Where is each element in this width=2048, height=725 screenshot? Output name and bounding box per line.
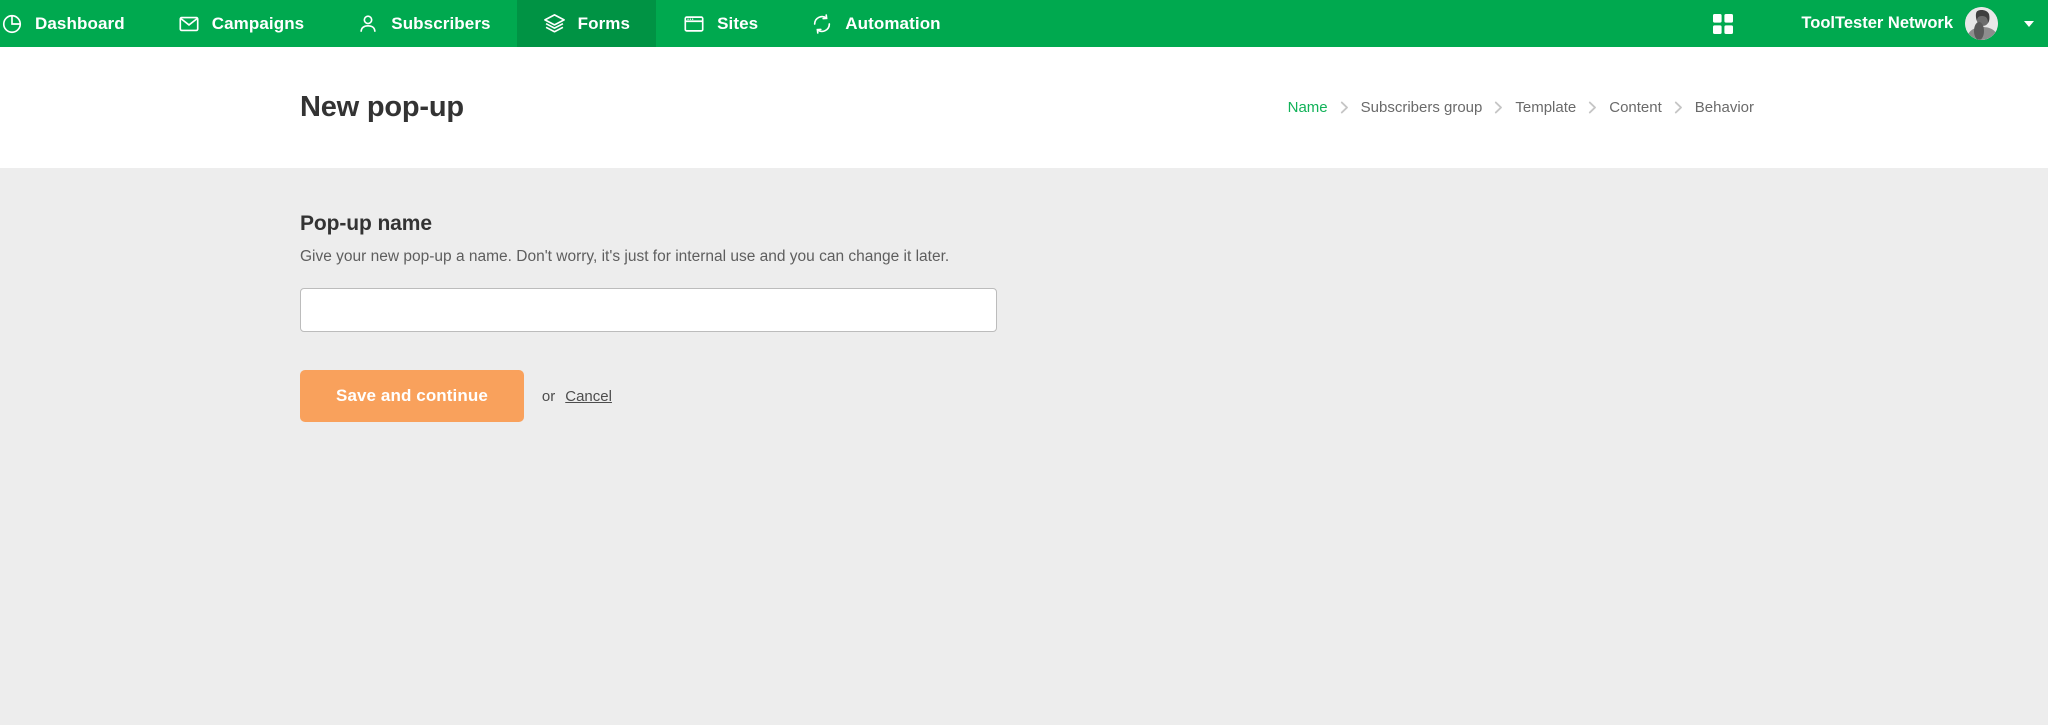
nav-item-campaigns[interactable]: Campaigns bbox=[151, 0, 331, 47]
or-label: or bbox=[541, 387, 556, 405]
page-title: New pop-up bbox=[300, 91, 464, 123]
section-description: Give your new pop-up a name. Don't worry… bbox=[300, 248, 950, 265]
person-icon bbox=[356, 12, 380, 36]
popup-name-input[interactable] bbox=[300, 288, 997, 332]
avatar[interactable] bbox=[1965, 7, 1998, 40]
chevron-down-icon[interactable] bbox=[2024, 20, 2034, 27]
account-menu[interactable]: ToolTester Network bbox=[1745, 7, 2034, 40]
cancel-link[interactable]: Cancel bbox=[565, 388, 612, 405]
nav-item-label: Subscribers bbox=[391, 13, 491, 33]
grid-apps-icon[interactable] bbox=[1701, 0, 1745, 47]
account-name-label: ToolTester Network bbox=[1801, 14, 1953, 32]
nav-item-label: Forms bbox=[577, 13, 631, 33]
nav-right-cluster: ToolTester Network bbox=[1701, 0, 2048, 47]
breadcrumb: Name Subscribers group Template Content … bbox=[1286, 99, 1756, 116]
browser-window-icon bbox=[682, 12, 706, 36]
main-content: Pop-up name Give your new pop-up a name.… bbox=[0, 168, 2048, 725]
nav-item-label: Sites bbox=[717, 13, 759, 33]
chevron-right-icon bbox=[1494, 101, 1503, 114]
breadcrumb-step-name[interactable]: Name bbox=[1286, 99, 1330, 116]
chevron-right-icon bbox=[1588, 101, 1597, 114]
popup-name-form: Pop-up name Give your new pop-up a name.… bbox=[300, 212, 2048, 422]
nav-item-label: Campaigns bbox=[211, 13, 305, 33]
pie-chart-icon bbox=[0, 12, 24, 36]
primary-nav-items: Dashboard Campaigns Subscribers Forms Si… bbox=[0, 0, 967, 47]
layers-icon bbox=[543, 12, 567, 36]
breadcrumb-step-template[interactable]: Template bbox=[1513, 99, 1578, 116]
chevron-right-icon bbox=[1340, 101, 1349, 114]
nav-item-label: Automation bbox=[845, 13, 941, 33]
nav-item-automation[interactable]: Automation bbox=[784, 0, 966, 47]
envelope-icon bbox=[177, 12, 201, 36]
form-actions: Save and continue or Cancel bbox=[300, 370, 2048, 422]
page-subheader: New pop-up Name Subscribers group Templa… bbox=[0, 47, 2048, 168]
breadcrumb-step-subscribers-group[interactable]: Subscribers group bbox=[1359, 99, 1485, 116]
nav-item-subscribers[interactable]: Subscribers bbox=[330, 0, 516, 47]
section-title: Pop-up name bbox=[300, 212, 432, 235]
nav-item-label: Dashboard bbox=[35, 13, 125, 33]
nav-item-forms[interactable]: Forms bbox=[516, 0, 657, 47]
nav-item-dashboard[interactable]: Dashboard bbox=[0, 0, 151, 47]
save-and-continue-button[interactable]: Save and continue bbox=[300, 370, 524, 422]
breadcrumb-step-behavior[interactable]: Behavior bbox=[1693, 99, 1756, 116]
top-navigation-bar: Dashboard Campaigns Subscribers Forms Si… bbox=[0, 0, 2048, 47]
breadcrumb-step-content[interactable]: Content bbox=[1607, 99, 1664, 116]
refresh-cycle-icon bbox=[810, 12, 834, 36]
nav-item-sites[interactable]: Sites bbox=[656, 0, 784, 47]
chevron-right-icon bbox=[1674, 101, 1683, 114]
